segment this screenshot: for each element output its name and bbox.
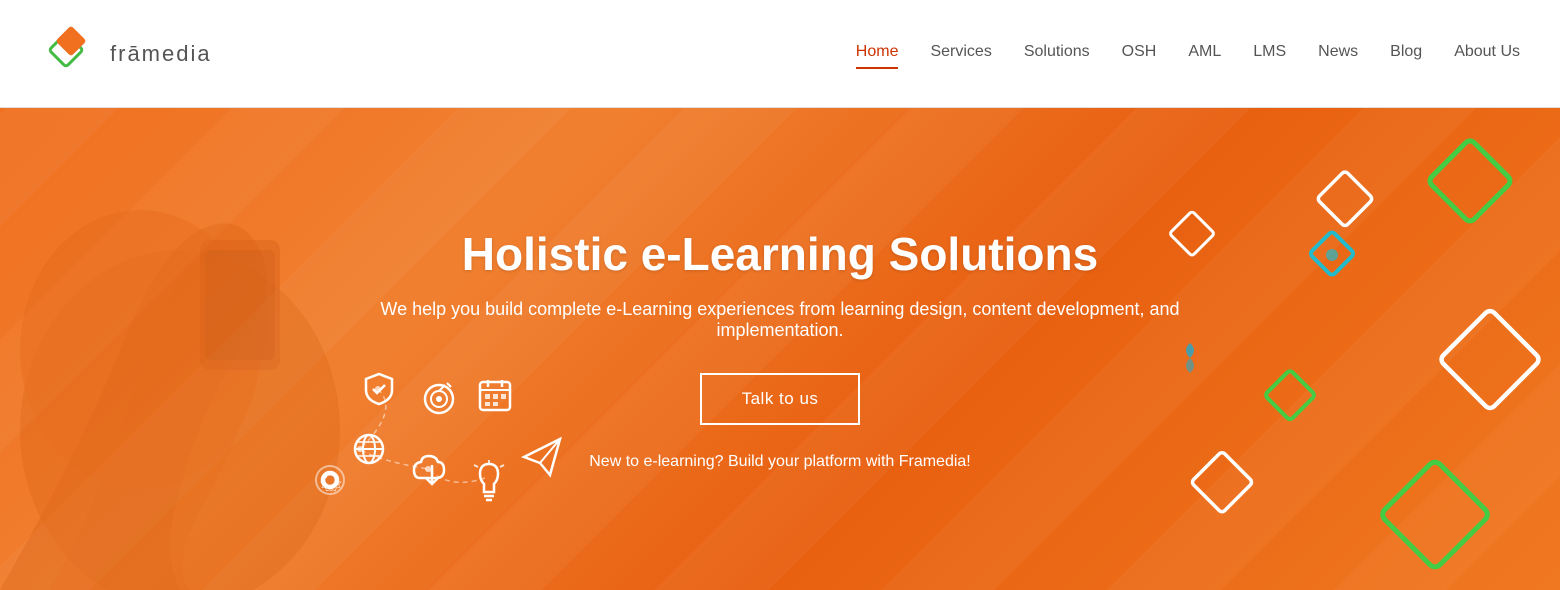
logo[interactable]: frāmedia (40, 24, 212, 84)
cta-button[interactable]: Talk to us (700, 373, 861, 425)
nav-lms[interactable]: LMS (1253, 43, 1286, 65)
nav-solutions[interactable]: Solutions (1024, 43, 1090, 65)
hero-content: Holistic e-Learning Solutions We help yo… (330, 227, 1230, 471)
logo-icon (40, 24, 100, 84)
nav-blog[interactable]: Blog (1390, 43, 1422, 65)
nav-news[interactable]: News (1318, 43, 1358, 65)
nav-about[interactable]: About Us (1454, 43, 1520, 65)
hero-subtitle: We help you build complete e-Learning ex… (330, 299, 1230, 341)
hero-section: Holistic e-Learning Solutions We help yo… (0, 108, 1560, 590)
nav-aml[interactable]: AML (1188, 43, 1221, 65)
main-nav: Home Services Solutions OSH AML LMS News… (856, 43, 1520, 65)
hero-title: Holistic e-Learning Solutions (330, 227, 1230, 281)
nav-osh[interactable]: OSH (1122, 43, 1157, 65)
site-header: frāmedia Home Services Solutions OSH AML… (0, 0, 1560, 108)
nav-home[interactable]: Home (856, 43, 899, 65)
logo-text: frāmedia (110, 41, 212, 67)
hero-note: New to e-learning? Build your platform w… (589, 453, 971, 471)
nav-services[interactable]: Services (930, 43, 991, 65)
